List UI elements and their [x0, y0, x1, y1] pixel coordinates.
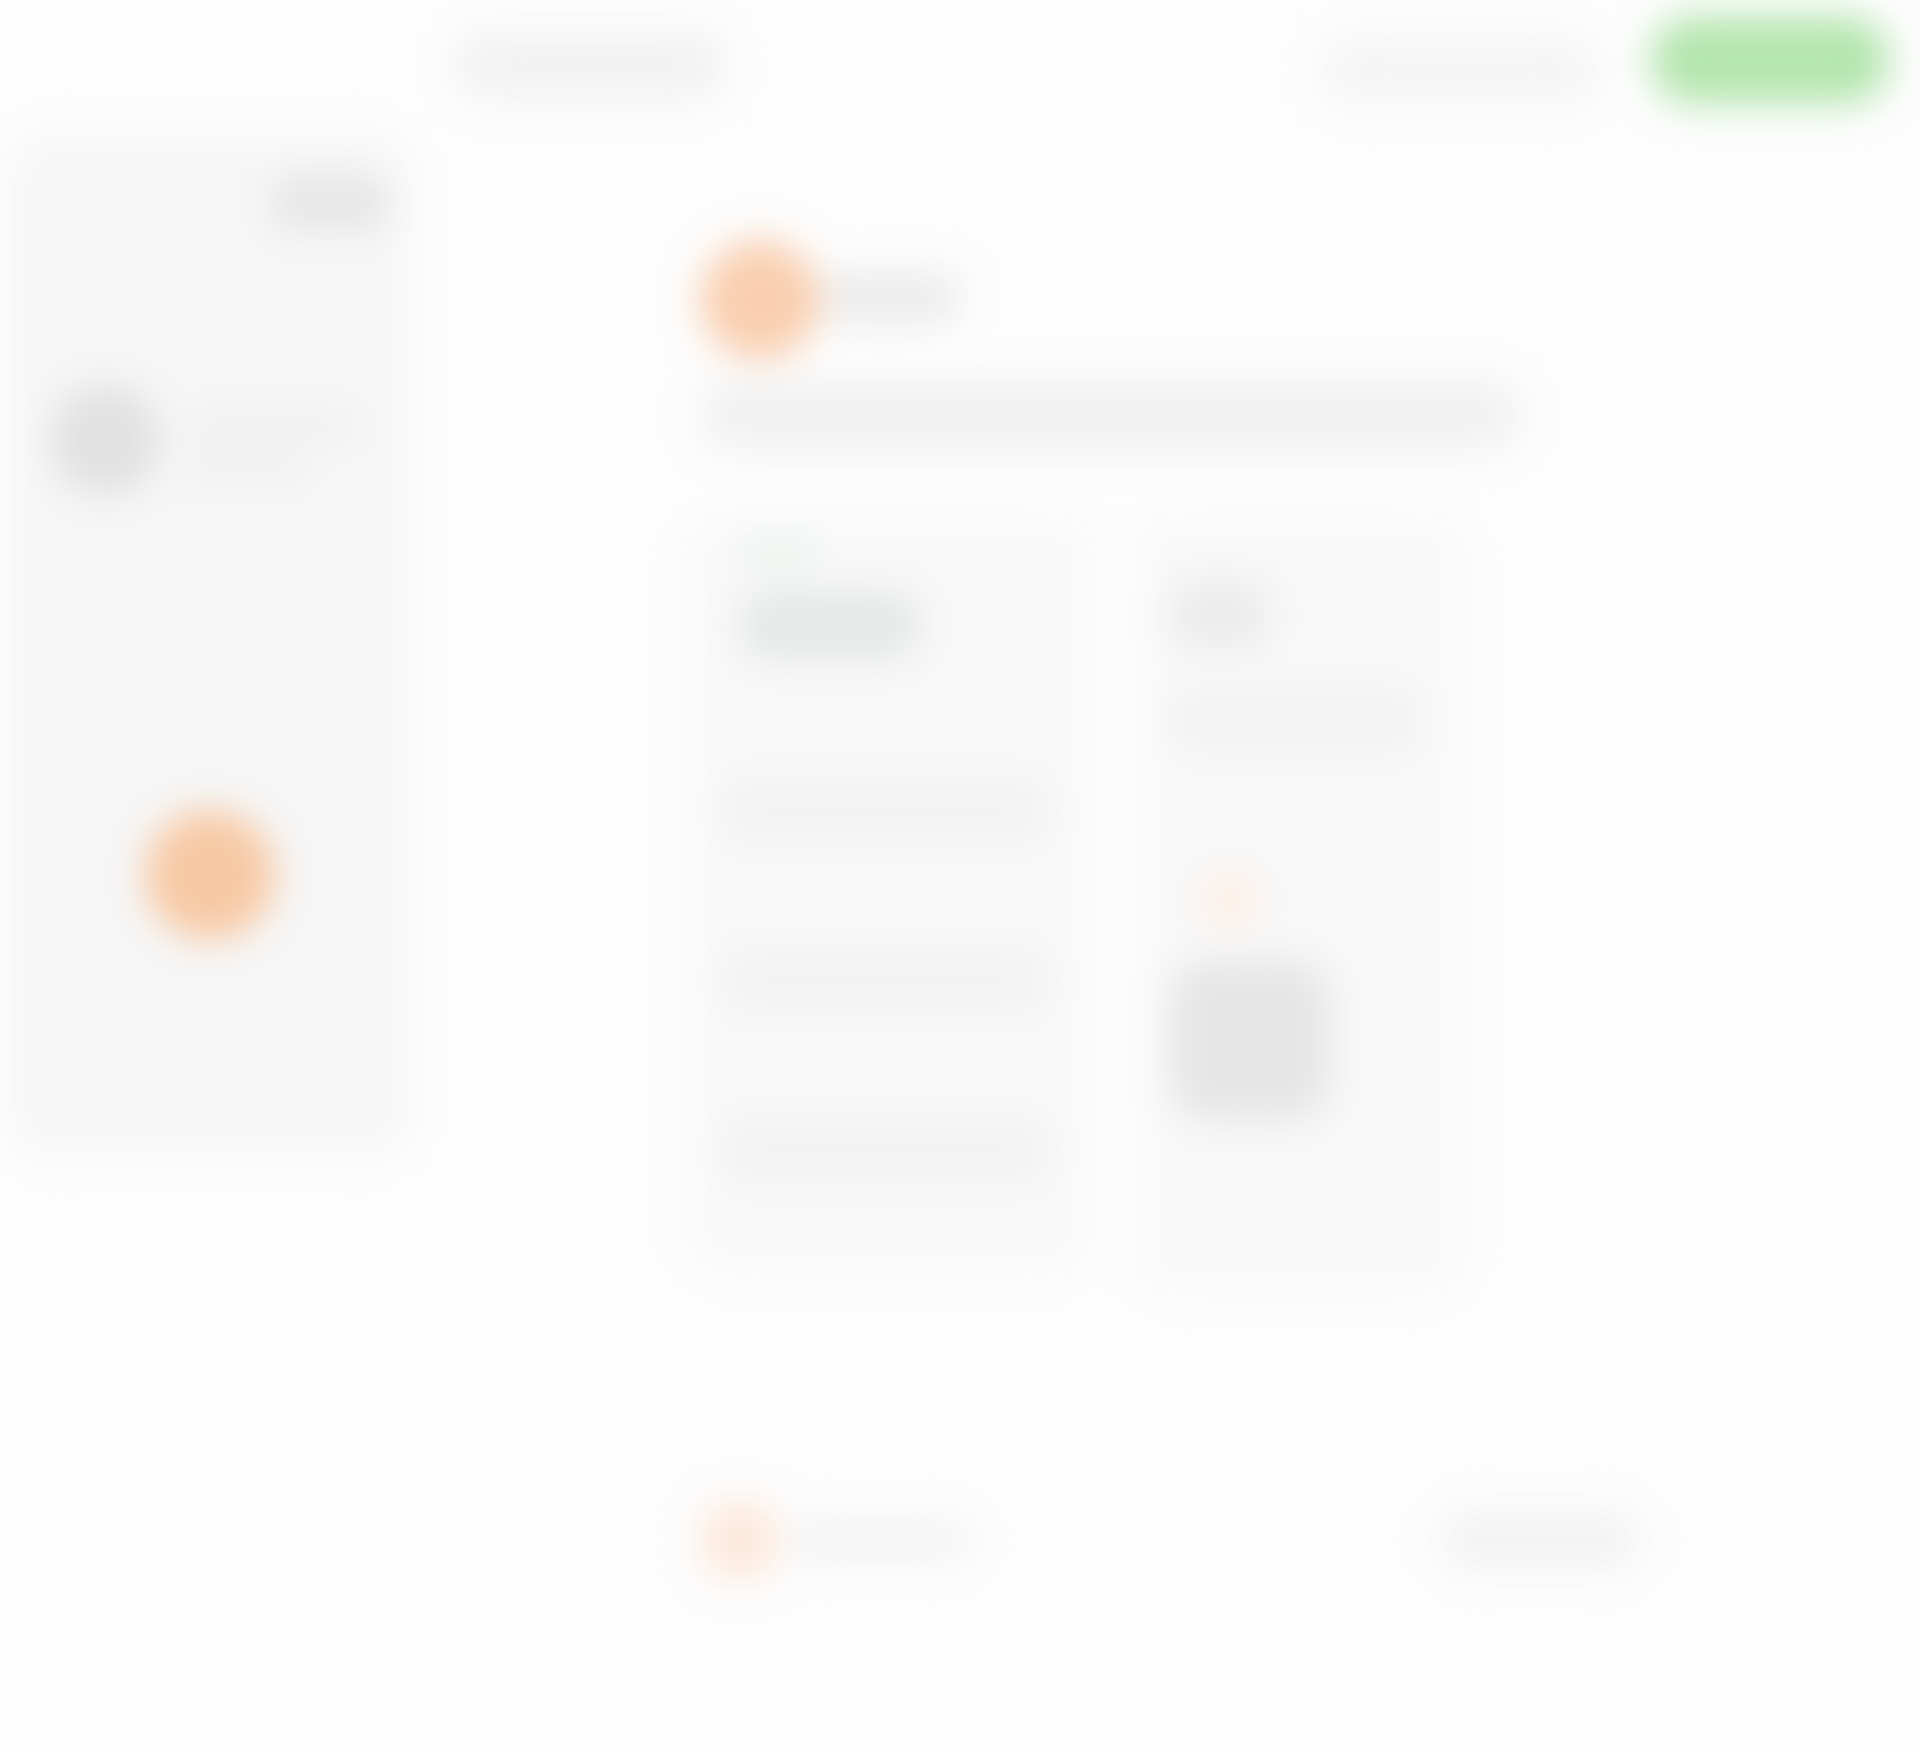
page-subtitle — [700, 380, 1520, 450]
sidebar-tag[interactable] — [270, 175, 390, 230]
profile-meta — [185, 455, 305, 477]
primary-cta-button[interactable] — [1650, 15, 1890, 105]
list-item[interactable] — [720, 780, 1050, 840]
card-2-subtitle — [1170, 690, 1420, 750]
accent-dot-icon — [1200, 870, 1260, 930]
card-2-image[interactable] — [1170, 960, 1330, 1120]
profile-name — [185, 415, 355, 437]
list-item[interactable] — [720, 950, 1050, 1010]
footer-brand — [790, 1520, 970, 1560]
hero-icon — [700, 240, 820, 360]
sidebar-panel — [10, 135, 410, 1155]
sidebar-accent-icon[interactable] — [145, 810, 275, 940]
avatar[interactable] — [50, 385, 160, 495]
list-item[interactable] — [720, 1120, 1050, 1180]
card-1-title — [740, 590, 920, 660]
card-2-title — [1170, 580, 1270, 650]
top-navigation-bar — [0, 0, 1920, 130]
status-badge — [740, 530, 820, 570]
nav-item-1[interactable] — [455, 30, 725, 100]
nav-item-2[interactable] — [1320, 35, 1600, 105]
footer-link[interactable] — [1440, 1510, 1640, 1570]
logo-icon[interactable] — [700, 1500, 780, 1580]
page-title — [820, 270, 960, 325]
